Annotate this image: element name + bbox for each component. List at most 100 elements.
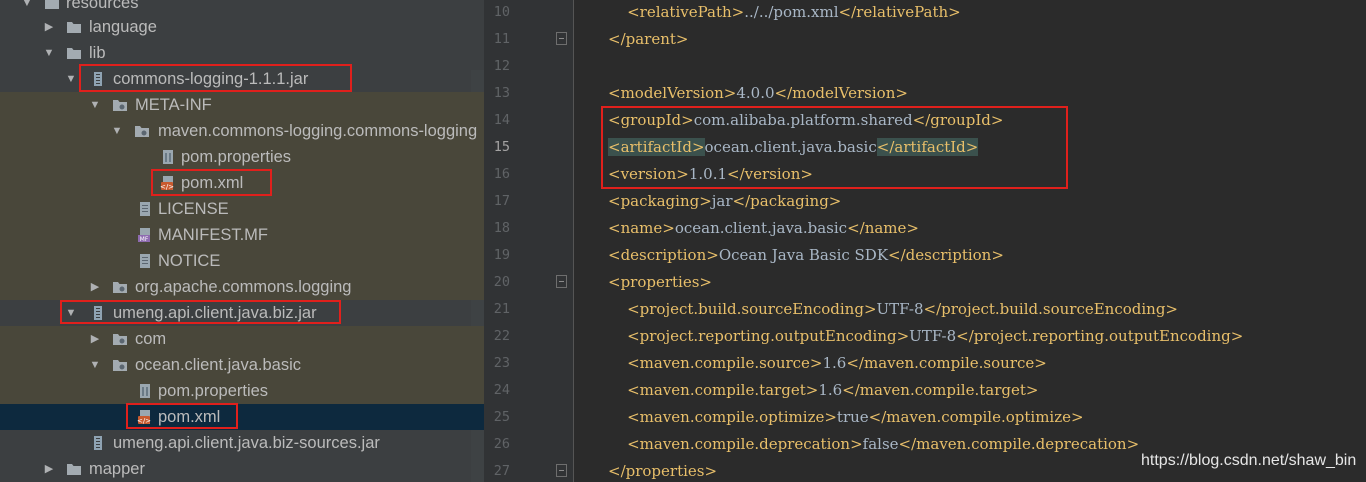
package-folder-icon bbox=[112, 97, 128, 113]
code-line: <relativePath>../../pom.xml</relativePat… bbox=[627, 3, 961, 21]
jar-icon bbox=[90, 71, 106, 87]
code-line: </parent> bbox=[608, 30, 689, 48]
tree-item-label: umeng.api.client.java.biz-sources.jar bbox=[113, 434, 380, 452]
line-number: 26 bbox=[493, 436, 510, 452]
tree-item-label: META-INF bbox=[135, 96, 212, 114]
line-number: 12 bbox=[493, 58, 510, 74]
tree-item-label: umeng.api.client.java.biz.jar bbox=[113, 304, 317, 322]
code-line: <project.build.sourceEncoding>UTF-8</pro… bbox=[627, 300, 1179, 318]
tree-item-label: lib bbox=[89, 44, 106, 62]
line-number-current: 15 bbox=[493, 139, 510, 155]
tree-item-label: com bbox=[135, 330, 167, 348]
svg-text:MF: MF bbox=[140, 236, 149, 243]
code-line: <packaging>jar</packaging> bbox=[608, 192, 842, 210]
folder-icon bbox=[66, 19, 82, 35]
line-number: 16 bbox=[493, 166, 510, 182]
line-number: 22 bbox=[493, 328, 510, 344]
code-line: <maven.compile.target>1.6</maven.compile… bbox=[627, 381, 1039, 399]
svg-text:</>: </> bbox=[137, 417, 151, 425]
properties-file-icon bbox=[137, 383, 153, 399]
maven-pom-icon: </> bbox=[160, 175, 176, 191]
svg-text:</>: </> bbox=[160, 183, 174, 191]
chevron-down-icon[interactable]: ▼ bbox=[64, 300, 78, 326]
tree-item-notice[interactable]: NOTICE bbox=[0, 248, 484, 274]
code-line: <version>1.0.1</version> bbox=[608, 165, 813, 183]
chevron-down-icon[interactable]: ▼ bbox=[110, 118, 124, 144]
folder-icon bbox=[66, 461, 82, 477]
code-line: <maven.compile.optimize>true</maven.comp… bbox=[627, 408, 1084, 426]
tree-item-lib[interactable]: ▼ lib bbox=[0, 40, 484, 66]
code-line: <project.reporting.outputEncoding>UTF-8<… bbox=[627, 327, 1244, 345]
tree-item-umeng-sources-jar[interactable]: umeng.api.client.java.biz-sources.jar bbox=[0, 430, 484, 456]
chevron-right-icon[interactable]: ▶ bbox=[88, 274, 102, 300]
chevron-down-icon[interactable]: ▼ bbox=[64, 66, 78, 92]
fold-marker-icon[interactable] bbox=[556, 275, 567, 288]
chevron-right-icon[interactable]: ▶ bbox=[88, 326, 102, 352]
text-file-icon bbox=[137, 253, 153, 269]
tree-item-umeng-jar[interactable]: ▼ umeng.api.client.java.biz.jar bbox=[0, 300, 484, 326]
text-file-icon bbox=[137, 201, 153, 217]
tree-item-label: ocean.client.java.basic bbox=[135, 356, 302, 374]
tree-item-mapper[interactable]: ▶ mapper bbox=[0, 456, 484, 482]
tree-item-pom-properties[interactable]: pom.properties bbox=[0, 378, 484, 404]
tree-item-label: NOTICE bbox=[158, 252, 221, 270]
tree-item-manifest[interactable]: MF MANIFEST.MF bbox=[0, 222, 484, 248]
tree-item-label: mapper bbox=[89, 460, 145, 478]
line-number: 27 bbox=[493, 463, 510, 479]
package-folder-icon bbox=[134, 123, 150, 139]
fold-marker-icon[interactable] bbox=[556, 32, 567, 45]
tree-item-label: MANIFEST.MF bbox=[158, 226, 268, 244]
line-number: 20 bbox=[493, 274, 510, 290]
chevron-right-icon[interactable]: ▶ bbox=[42, 456, 56, 482]
jar-icon bbox=[90, 305, 106, 321]
code-line: <description>Ocean Java Basic SDK</descr… bbox=[608, 246, 1004, 264]
chevron-right-icon[interactable]: ▶ bbox=[42, 14, 56, 40]
tree-item-label: org.apache.commons.logging bbox=[135, 278, 352, 296]
folder-icon bbox=[44, 0, 60, 11]
code-line: <maven.compile.source>1.6</maven.compile… bbox=[627, 354, 1047, 372]
line-number: 17 bbox=[493, 193, 510, 209]
tree-item-com[interactable]: ▶ com bbox=[0, 326, 484, 352]
line-number: 11 bbox=[493, 31, 510, 47]
properties-file-icon bbox=[160, 149, 176, 165]
tree-item-label: pom.xml bbox=[158, 408, 221, 426]
code-line: <groupId>com.alibaba.platform.shared</gr… bbox=[608, 111, 1004, 129]
line-number: 13 bbox=[493, 85, 510, 101]
tree-item-pom-xml[interactable]: </> pom.xml bbox=[0, 170, 484, 196]
code-line: <maven.compile.deprecation>false</maven.… bbox=[627, 435, 1140, 453]
line-number: 25 bbox=[493, 409, 510, 425]
tree-item-label: commons-logging-1.1.1.jar bbox=[113, 70, 309, 88]
folder-icon bbox=[66, 45, 82, 61]
line-number: 21 bbox=[493, 301, 510, 317]
tree-item-label: pom.properties bbox=[181, 148, 292, 166]
line-number: 24 bbox=[493, 382, 510, 398]
tree-item-commons-logging-jar[interactable]: ▼ commons-logging-1.1.1.jar bbox=[0, 66, 484, 92]
jar-icon bbox=[90, 435, 106, 451]
tree-item-label: pom.properties bbox=[158, 382, 269, 400]
line-number: 14 bbox=[493, 112, 510, 128]
package-folder-icon bbox=[112, 331, 128, 347]
chevron-down-icon[interactable]: ▼ bbox=[88, 352, 102, 378]
package-folder-icon bbox=[112, 357, 128, 373]
tree-item-meta-inf[interactable]: ▼ META-INF bbox=[0, 92, 484, 118]
gutter-divider bbox=[573, 0, 574, 482]
tree-item-maven-commons-logging[interactable]: ▼ maven.commons-logging.commons-logging bbox=[0, 118, 484, 144]
tree-item-pom-properties[interactable]: pom.properties bbox=[0, 144, 484, 170]
tree-item-org-apache-commons-logging[interactable]: ▶ org.apache.commons.logging bbox=[0, 274, 484, 300]
maven-pom-icon: </> bbox=[137, 409, 153, 425]
line-number: 10 bbox=[493, 4, 510, 20]
tree-item-label: pom.xml bbox=[181, 174, 244, 192]
tree-item-pom-xml-selected[interactable]: </> pom.xml bbox=[0, 404, 484, 430]
tree-item-ocean-client-java-basic[interactable]: ▼ ocean.client.java.basic bbox=[0, 352, 484, 378]
chevron-down-icon[interactable]: ▼ bbox=[88, 92, 102, 118]
package-folder-icon bbox=[112, 279, 128, 295]
tree-item-license[interactable]: LICENSE bbox=[0, 196, 484, 222]
line-number: 19 bbox=[493, 247, 510, 263]
fold-marker-icon[interactable] bbox=[556, 464, 567, 477]
code-editor[interactable]: 10 11 12 13 14 15 16 17 18 19 20 21 22 2… bbox=[484, 0, 1366, 482]
tree-item-label: maven.commons-logging.commons-logging bbox=[158, 122, 478, 140]
code-line: <properties> bbox=[608, 273, 712, 291]
manifest-file-icon: MF bbox=[137, 227, 153, 243]
chevron-down-icon[interactable]: ▼ bbox=[42, 40, 56, 66]
tree-item-language[interactable]: ▶ language bbox=[0, 14, 484, 40]
